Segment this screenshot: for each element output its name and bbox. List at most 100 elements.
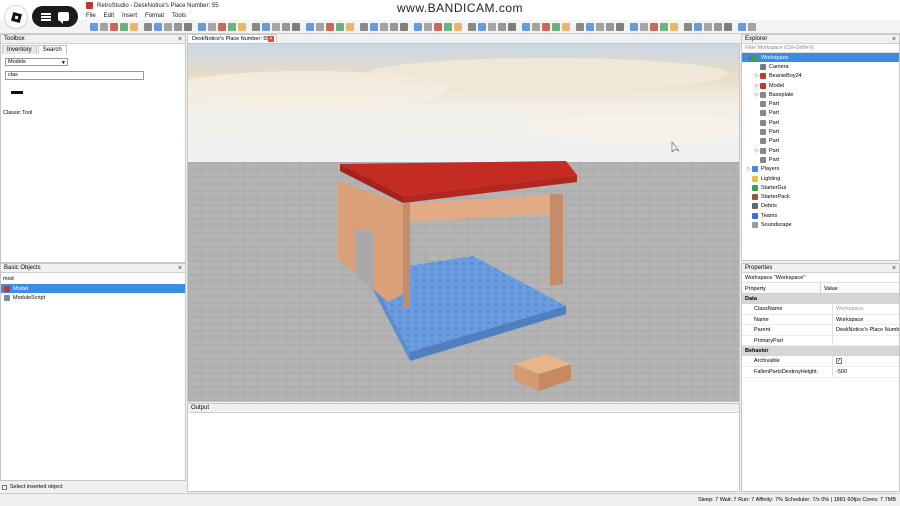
toolbar-button-icon[interactable] [738, 23, 746, 31]
toolbar-button-icon[interactable] [694, 23, 702, 31]
toolbar-button-icon[interactable] [164, 23, 172, 31]
toolbar-button-icon[interactable] [606, 23, 614, 31]
toolbar-button-icon[interactable] [252, 23, 260, 31]
property-value[interactable]: Workspace [833, 304, 899, 314]
toolbar-button-icon[interactable] [306, 23, 314, 31]
toolbar-button-icon[interactable] [228, 23, 236, 31]
toolbox-search-input[interactable]: clas [5, 71, 144, 80]
toolbar-button-icon[interactable] [326, 23, 334, 31]
toolbar-button-icon[interactable] [208, 23, 216, 31]
toolbar-button-icon[interactable] [174, 23, 182, 31]
tree-item-part[interactable]: Part [742, 155, 899, 164]
toolbar-button-icon[interactable] [282, 23, 290, 31]
toolbar-button-icon[interactable] [90, 23, 98, 31]
close-icon[interactable]: × [268, 36, 274, 42]
property-row[interactable]: Parent DeskNotice's Place Number: [742, 325, 899, 336]
toolbar-button-icon[interactable] [400, 23, 408, 31]
toolbar-button-icon[interactable] [586, 23, 594, 31]
toolbar-button-icon[interactable] [262, 23, 270, 31]
toolbar-button-icon[interactable] [316, 23, 324, 31]
tree-item-baseplate[interactable]: ▷ Baseplate [742, 90, 899, 99]
close-icon[interactable]: × [892, 265, 896, 272]
property-row[interactable]: Name Workspace [742, 314, 899, 326]
toolbar-button-icon[interactable] [522, 23, 530, 31]
property-group-data[interactable]: Data [742, 294, 899, 304]
toolbar-button-icon[interactable] [414, 23, 422, 31]
chat-icon[interactable] [58, 12, 70, 24]
basic-objects-filter-input[interactable]: mod [1, 273, 185, 284]
toolbar-button-icon[interactable] [542, 23, 550, 31]
toolbar-button-icon[interactable] [370, 23, 378, 31]
toolbar-button-icon[interactable] [434, 23, 442, 31]
toolbar-button-icon[interactable] [532, 23, 540, 31]
tree-item-workspace[interactable]: ◢ Workspace [742, 53, 899, 63]
tree-item-part[interactable]: Part [742, 99, 899, 108]
tree-item-debris[interactable]: Debris [742, 202, 899, 211]
hamburger-icon[interactable] [40, 12, 51, 21]
tree-item-part[interactable]: Part [742, 127, 899, 136]
3d-viewport[interactable] [187, 43, 740, 402]
list-item[interactable]: Model [1, 284, 185, 293]
tab-search[interactable]: Search [37, 45, 67, 54]
property-value[interactable]: ✓ [833, 356, 899, 366]
property-row[interactable]: FallenPartsDestroyHeight -500 [742, 366, 899, 378]
toolbar-button-icon[interactable] [468, 23, 476, 31]
toolbar-button-icon[interactable] [272, 23, 280, 31]
toolbar-button-icon[interactable] [552, 23, 560, 31]
menu-file[interactable]: File [86, 13, 96, 19]
toolbar-button-icon[interactable] [508, 23, 516, 31]
tree-item-startergui[interactable]: StarterGui [742, 183, 899, 192]
tab-inventory[interactable]: Inventory [2, 45, 37, 54]
tree-item-players[interactable]: ▷ Players [742, 165, 899, 174]
toolbar-button-icon[interactable] [100, 23, 108, 31]
toolbar-button-icon[interactable] [238, 23, 246, 31]
tree-item-part[interactable]: ▷ Part [742, 146, 899, 155]
select-inserted-option[interactable]: Select inserted object [0, 482, 186, 492]
classic-tool-icon[interactable] [11, 91, 23, 94]
toolbar-button-icon[interactable] [444, 23, 452, 31]
menu-edit[interactable]: Edit [104, 13, 114, 19]
toolbar-button-icon[interactable] [596, 23, 604, 31]
toolbar-button-icon[interactable] [198, 23, 206, 31]
tree-item-part[interactable]: Part [742, 137, 899, 146]
toolbar-button-icon[interactable] [336, 23, 344, 31]
toolbar-button-icon[interactable] [748, 23, 756, 31]
toolbar-button-icon[interactable] [110, 23, 118, 31]
tree-item-model[interactable]: ▷ Model [742, 81, 899, 90]
toolbar-button-icon[interactable] [714, 23, 722, 31]
toolbar-button-icon[interactable] [184, 23, 192, 31]
property-row[interactable]: ClassName Workspace [742, 304, 899, 315]
toolbar-button-icon[interactable] [346, 23, 354, 31]
toolbar-button-icon[interactable] [478, 23, 486, 31]
property-value[interactable]: DeskNotice's Place Number: [833, 325, 899, 335]
toolbar-button-icon[interactable] [630, 23, 638, 31]
toolbar-button-icon[interactable] [292, 23, 300, 31]
toolbar-button-icon[interactable] [616, 23, 624, 31]
toolbar-button-icon[interactable] [660, 23, 668, 31]
toolbar-button-icon[interactable] [640, 23, 648, 31]
toolbar-button-icon[interactable] [144, 23, 152, 31]
toolbar-button-icon[interactable] [650, 23, 658, 31]
menu-insert[interactable]: Insert [122, 13, 137, 19]
classic-tool-label[interactable]: Classic Tool [3, 110, 33, 117]
select-inserted-checkbox[interactable] [2, 484, 7, 490]
toolbar-button-icon[interactable] [130, 23, 138, 31]
checkbox-checked-icon[interactable]: ✓ [836, 358, 842, 365]
tree-item-part[interactable]: Part [742, 109, 899, 118]
document-tab[interactable]: DeskNotice's Place Number: 55 × [187, 34, 277, 43]
tree-item-part[interactable]: Part [742, 118, 899, 127]
tree-item-camera[interactable]: Camera [742, 62, 899, 71]
tree-item-soundscape[interactable]: Soundscape [742, 220, 899, 229]
property-value[interactable]: -500 [833, 367, 899, 377]
property-row[interactable]: PrimaryPart [742, 335, 899, 347]
menu-tools[interactable]: Tools [172, 13, 186, 19]
menu-format[interactable]: Format [145, 13, 164, 19]
toolbar-button-icon[interactable] [724, 23, 732, 31]
tree-item-lighting[interactable]: Lighting [742, 174, 899, 183]
list-item[interactable]: ModuleScript [1, 293, 185, 302]
property-row[interactable]: Archivable ✓ [742, 356, 899, 367]
toolbar-button-icon[interactable] [218, 23, 226, 31]
toolbar-button-icon[interactable] [454, 23, 462, 31]
toolbar-button-icon[interactable] [154, 23, 162, 31]
toolbar-button-icon[interactable] [424, 23, 432, 31]
